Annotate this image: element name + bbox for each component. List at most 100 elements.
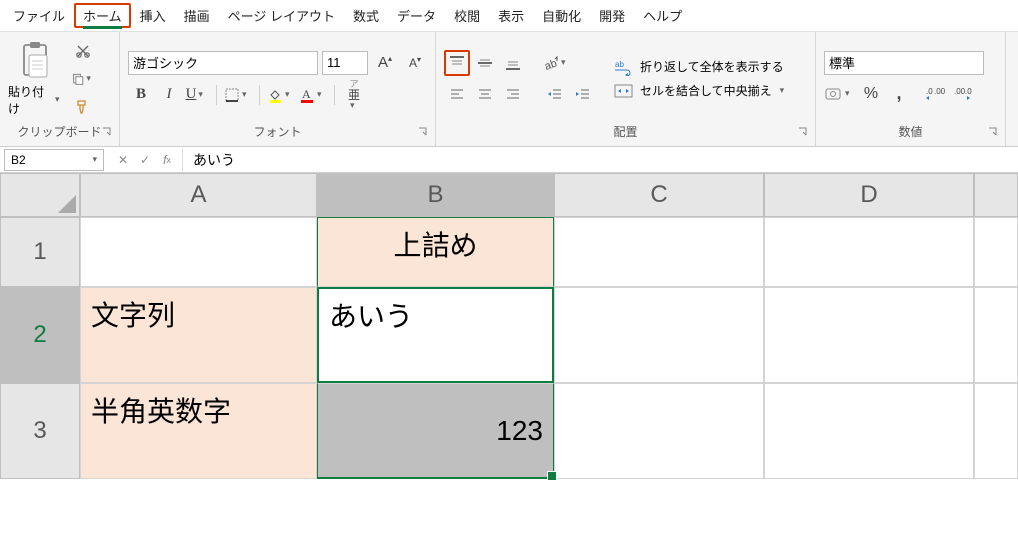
- col-header-D[interactable]: D: [764, 173, 974, 217]
- underline-button[interactable]: U▾: [184, 82, 210, 108]
- comma-button[interactable]: ,: [886, 81, 912, 107]
- align-top-button[interactable]: [444, 50, 470, 76]
- font-size-select[interactable]: [322, 51, 368, 75]
- cell-B1[interactable]: 上詰め: [317, 217, 554, 287]
- align-right-button[interactable]: [500, 82, 526, 108]
- enter-formula-button[interactable]: ✓: [134, 149, 156, 171]
- row-header-2[interactable]: 2: [0, 287, 80, 383]
- number-format-select[interactable]: [824, 51, 984, 75]
- menu-help[interactable]: ヘルプ: [634, 3, 691, 28]
- menu-file[interactable]: ファイル: [4, 3, 74, 28]
- menu-insert[interactable]: 挿入: [131, 3, 175, 28]
- chevron-down-icon: ▾: [55, 94, 64, 105]
- orientation-button[interactable]: ab▾: [542, 50, 572, 76]
- menu-developer[interactable]: 開発: [590, 3, 634, 28]
- align-middle-button[interactable]: [472, 50, 498, 76]
- outdent-icon: [546, 86, 564, 104]
- fill-color-button[interactable]: ▾: [266, 82, 296, 108]
- cell-C3[interactable]: [554, 383, 764, 479]
- row-header-1[interactable]: 1: [0, 217, 80, 287]
- format-painter-button[interactable]: [72, 96, 94, 118]
- cell-C2[interactable]: [554, 287, 764, 383]
- menu-view[interactable]: 表示: [489, 3, 533, 28]
- menu-automate[interactable]: 自動化: [533, 3, 590, 28]
- italic-button[interactable]: I: [156, 82, 182, 108]
- name-box[interactable]: B2 ▾: [4, 149, 104, 171]
- percent-button[interactable]: %: [858, 81, 884, 107]
- chevron-down-icon: ▾: [92, 154, 97, 165]
- align-launcher[interactable]: [797, 126, 811, 140]
- col-header-A[interactable]: A: [80, 173, 317, 217]
- increase-font-button[interactable]: A▴: [372, 50, 398, 76]
- accounting-format-button[interactable]: ▾: [824, 81, 856, 107]
- copy-button[interactable]: ▾: [72, 68, 94, 90]
- col-header-C[interactable]: C: [554, 173, 764, 217]
- wrap-icon: ab: [614, 58, 634, 76]
- spreadsheet-grid: A B C D 1 上詰め 2 文字列 あいう 3 半角英数字 123: [0, 173, 1018, 479]
- formula-bar: B2 ▾ ✕ ✓ fx: [0, 147, 1018, 173]
- cell-E3[interactable]: [974, 383, 1018, 479]
- cell-D2[interactable]: [764, 287, 974, 383]
- clipboard-launcher[interactable]: [101, 126, 115, 140]
- cell-A3[interactable]: 半角英数字: [80, 383, 317, 479]
- merge-label: セルを結合して中央揃え: [640, 82, 772, 99]
- row-header-3[interactable]: 3: [0, 383, 80, 479]
- paste-button[interactable]: 貼り付け▾: [8, 41, 64, 117]
- decrease-font-button[interactable]: A▾: [402, 50, 428, 76]
- font-color-button[interactable]: A▾: [298, 82, 328, 108]
- cell-A2[interactable]: 文字列: [80, 287, 317, 383]
- cell-B2[interactable]: あいう: [317, 287, 554, 383]
- formula-input[interactable]: [182, 149, 1018, 171]
- col-header-extra[interactable]: [974, 173, 1018, 217]
- group-clipboard-label: クリップボード: [8, 119, 111, 146]
- menu-layout[interactable]: ページ レイアウト: [219, 3, 344, 28]
- menu-formulas[interactable]: 数式: [344, 3, 388, 28]
- menu-home[interactable]: ホーム: [74, 3, 131, 28]
- chevron-down-icon: ▾: [561, 57, 571, 68]
- decrease-indent-button[interactable]: [542, 82, 568, 108]
- group-clipboard: 貼り付け▾ ▾ クリップボード: [0, 32, 120, 146]
- align-center-button[interactable]: [472, 82, 498, 108]
- bold-button[interactable]: B: [128, 82, 154, 108]
- group-alignment: ab▾ ab 折り返して全体を表示する セルを結合: [436, 32, 816, 146]
- cell-D3[interactable]: [764, 383, 974, 479]
- menu-home-label: ホーム: [83, 9, 122, 29]
- col-header-B[interactable]: B: [317, 173, 554, 217]
- align-middle-icon: [476, 54, 494, 72]
- cell-C1[interactable]: [554, 217, 764, 287]
- number-launcher[interactable]: [987, 126, 1001, 140]
- cell-E2[interactable]: [974, 287, 1018, 383]
- font-name-select[interactable]: [128, 51, 318, 75]
- menu-data[interactable]: データ: [388, 3, 445, 28]
- cancel-formula-button[interactable]: ✕: [112, 149, 134, 171]
- cell-A1[interactable]: [80, 217, 317, 287]
- align-bottom-button[interactable]: [500, 50, 526, 76]
- cut-button[interactable]: [72, 40, 94, 62]
- merge-center-button[interactable]: セルを結合して中央揃え ▾: [614, 82, 790, 100]
- cell-B3[interactable]: 123: [317, 383, 554, 479]
- bucket-icon: [267, 87, 283, 103]
- chevron-down-icon: ▾: [285, 89, 295, 100]
- border-button[interactable]: ▾: [223, 82, 253, 108]
- increase-indent-button[interactable]: [570, 82, 596, 108]
- font-launcher[interactable]: [417, 126, 431, 140]
- align-left-button[interactable]: [444, 82, 470, 108]
- phonetic-button[interactable]: ア亜▾: [341, 82, 367, 108]
- chevron-down-icon: ▾: [780, 85, 790, 96]
- scissors-icon: [75, 43, 91, 59]
- menu-draw[interactable]: 描画: [175, 3, 219, 28]
- align-left-icon: [448, 86, 466, 104]
- chevron-down-icon: ▾: [198, 89, 208, 100]
- group-align-label: 配置: [444, 119, 807, 146]
- name-box-value: B2: [11, 153, 26, 167]
- cell-D1[interactable]: [764, 217, 974, 287]
- menu-review[interactable]: 校閲: [445, 3, 489, 28]
- dec-decimal-icon: .00.0: [953, 86, 973, 102]
- cell-E1[interactable]: [974, 217, 1018, 287]
- decrease-decimal-button[interactable]: .00.0: [950, 81, 976, 107]
- wrap-text-button[interactable]: ab 折り返して全体を表示する: [614, 58, 790, 76]
- increase-decimal-button[interactable]: .0.00: [922, 81, 948, 107]
- chevron-down-icon: ▾: [86, 73, 94, 84]
- select-all-corner[interactable]: [0, 173, 80, 217]
- insert-function-button[interactable]: fx: [156, 149, 178, 171]
